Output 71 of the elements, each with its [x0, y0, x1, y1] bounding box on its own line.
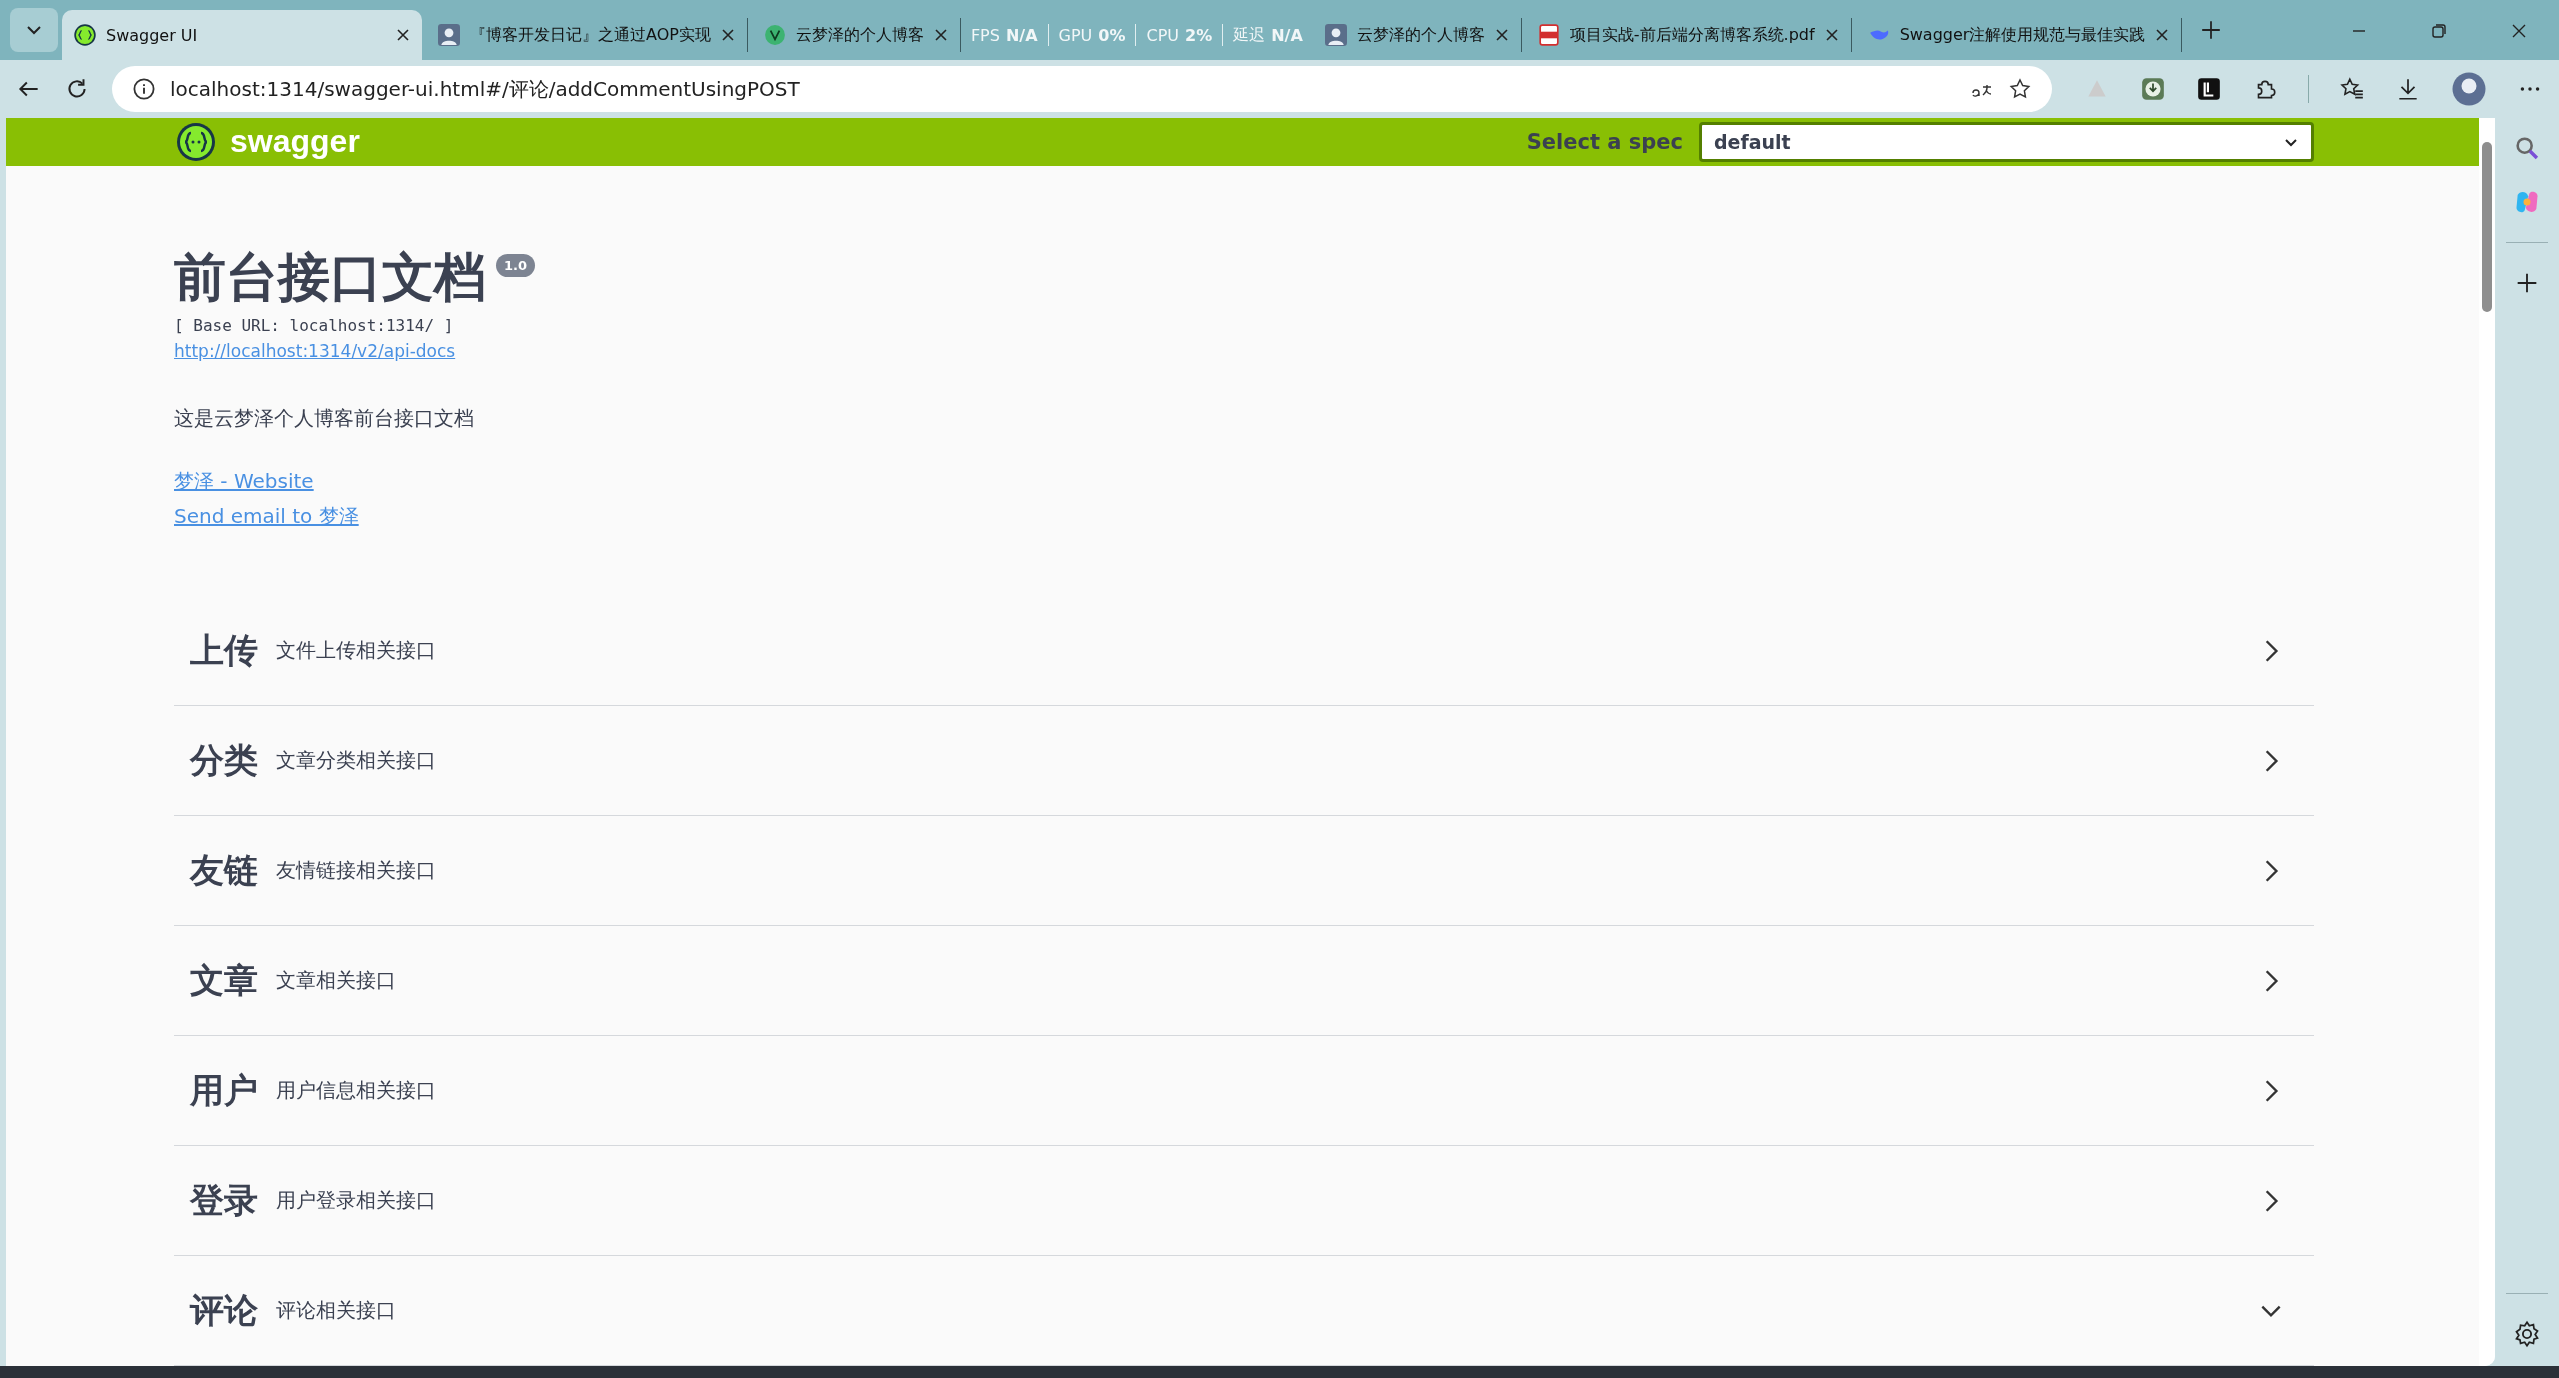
info-icon	[132, 77, 156, 101]
tab-title: 云梦泽的个人博客	[795, 24, 924, 46]
overlay-label: FPS	[970, 25, 1000, 45]
version-badge: 1.0	[496, 253, 536, 277]
scrollbar[interactable]	[2479, 118, 2495, 1366]
tag-name: 分类	[190, 738, 258, 782]
tab-title: Swagger注解使用规范与最佳实践	[1899, 24, 2146, 46]
overlay-label: CPU	[1146, 25, 1179, 45]
browser-tab[interactable]: Swagger注解使用规范与最佳实践	[1855, 18, 2183, 52]
restore-icon[interactable]	[2429, 21, 2449, 41]
tag-section-header[interactable]: 用户 用户信息相关接口	[174, 1036, 2314, 1146]
tag-section-header[interactable]: 文章 文章相关接口	[174, 926, 2314, 1036]
close-icon[interactable]	[1824, 28, 1839, 42]
api-title: 前台接口文档	[174, 245, 486, 308]
close-icon[interactable]	[396, 28, 410, 42]
close-icon[interactable]	[933, 28, 948, 42]
swagger-logo-icon	[74, 24, 96, 46]
tag-name: 登录	[190, 1178, 258, 1222]
tag-name: 上传	[190, 628, 258, 672]
tag-description: 友情链接相关接口	[276, 857, 436, 884]
swagger-logo-icon	[176, 121, 216, 162]
tag-section-header[interactable]: 上传 文件上传相关接口	[174, 596, 2314, 706]
close-icon[interactable]	[2155, 28, 2170, 42]
close-icon[interactable]	[720, 28, 735, 42]
overlay-value: N/A	[1271, 25, 1303, 45]
extension-tile-icon[interactable]	[2196, 76, 2222, 102]
address-bar[interactable]: localhost:1314/swagger-ui.html#/评论/addCommentUsingPOST	[112, 66, 2052, 112]
tab-title: 『博客开发日记』之通过AOP实现	[470, 24, 711, 46]
tag-section-header[interactable]: 分类 文章分类相关接口	[174, 706, 2314, 816]
browser-tab[interactable]: 『博客开发日记』之通过AOP实现	[426, 18, 748, 52]
tag-name: 用户	[190, 1068, 258, 1112]
spec-label: Select a spec	[1526, 129, 1683, 154]
tag-section-header[interactable]: 友链 友情链接相关接口	[174, 816, 2314, 926]
overlay-label: 延迟	[1233, 24, 1266, 46]
pdf-file-icon	[1537, 24, 1560, 46]
tag-description: 用户登录相关接口	[276, 1187, 436, 1214]
overlay-value: 2%	[1185, 25, 1213, 45]
tag-section-header[interactable]: 登录 用户登录相关接口	[174, 1146, 2314, 1256]
profile-avatar-icon[interactable]	[2451, 71, 2487, 107]
tag-name: 文章	[190, 958, 258, 1002]
url-text: localhost:1314/swagger-ui.html#/评论/addCommentUsingPOST	[170, 75, 800, 103]
overlay-label: GPU	[1058, 25, 1093, 45]
new-tab-icon[interactable]	[2200, 19, 2223, 41]
brand-name: swagger	[230, 123, 360, 161]
search-icon[interactable]	[2513, 134, 2541, 162]
settings-icon[interactable]	[2513, 1320, 2541, 1348]
base-url: [ Base URL: localhost:1314/ ]	[174, 316, 454, 335]
api-description: 这是云梦泽个人博客前台接口文档	[174, 405, 474, 432]
close-icon[interactable]	[1494, 28, 1509, 42]
browser-tab[interactable]: Swagger UI	[62, 10, 422, 60]
tag-name: 友链	[190, 848, 258, 892]
tag-description: 评论相关接口	[276, 1297, 396, 1324]
tag-description: 文件上传相关接口	[276, 637, 436, 664]
avatar-icon	[1324, 24, 1347, 46]
overlay-value: N/A	[1005, 25, 1038, 45]
tab-title: Swagger UI	[106, 25, 199, 45]
browser-tab[interactable]: 云梦泽的个人博客	[751, 18, 961, 52]
tag-description: 文章相关接口	[276, 967, 396, 994]
browser-tab[interactable]: 项目实战-前后端分离博客系统.pdf	[1525, 18, 1852, 52]
avatar-icon	[438, 24, 460, 46]
tab-title: 云梦泽的个人博客	[1356, 24, 1485, 46]
tag-description: 文章分类相关接口	[276, 747, 436, 774]
browser-tab[interactable]: 云梦泽的个人博客	[1312, 18, 1522, 52]
tag-description: 用户信息相关接口	[276, 1077, 436, 1104]
spec-select[interactable]: default	[1699, 121, 2314, 162]
letter-v-icon	[763, 24, 786, 46]
overlay-value: 0%	[1098, 25, 1126, 45]
tab-title: 项目实战-前后端分离博客系统.pdf	[1569, 24, 1815, 46]
star-icon[interactable]	[2008, 77, 2032, 101]
download-extension-icon[interactable]	[2140, 76, 2166, 102]
tag-name: 评论	[190, 1288, 258, 1332]
